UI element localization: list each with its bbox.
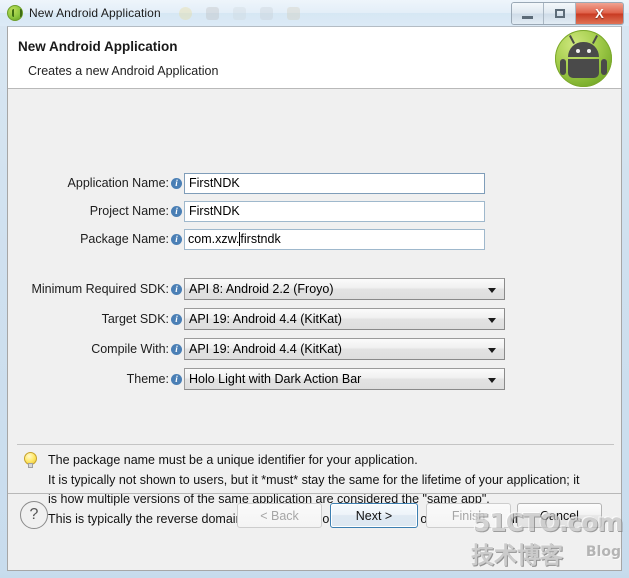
theme-select[interactable]: Holo Light with Dark Action Bar — [184, 368, 505, 390]
row-application-name: Application Name: FirstNDK — [8, 172, 621, 194]
chevron-down-icon — [488, 288, 496, 293]
label-project-name: Project Name: — [89, 204, 169, 218]
ghost-icon-1 — [178, 6, 192, 20]
target-sdk-select[interactable]: API 19: Android 4.4 (KitKat) — [184, 308, 505, 330]
info-icon-theme[interactable] — [171, 373, 182, 385]
info-icon-target-sdk[interactable] — [171, 313, 182, 325]
label-package-name: Package Name: — [80, 232, 169, 246]
info-icon-compile-with[interactable] — [171, 343, 182, 355]
row-project-name: Project Name: FirstNDK — [8, 200, 621, 222]
antenna-right — [592, 35, 598, 44]
row-package-name: Package Name: com.xzw.firstndk — [8, 228, 621, 250]
compile-with-select[interactable]: API 19: Android 4.4 (KitKat) — [184, 338, 505, 360]
hint-line-1: The package name must be a unique identi… — [48, 453, 418, 467]
ghost-icon-3 — [232, 6, 246, 20]
row-target-sdk: Target SDK: API 19: Android 4.4 (KitKat) — [8, 308, 621, 330]
minimum-required-sdk-select[interactable]: API 8: Android 2.2 (Froyo) — [184, 278, 505, 300]
compile-with-value: API 19: Android 4.4 (KitKat) — [189, 342, 342, 356]
package-name-value-before-caret: com.xzw. — [188, 232, 240, 246]
finish-button[interactable]: Finish — [426, 503, 511, 528]
info-icon-package-name[interactable] — [171, 233, 182, 245]
arm-right — [601, 59, 607, 75]
row-compile-with: Compile With: API 19: Android 4.4 (KitKa… — [8, 338, 621, 360]
cancel-button[interactable]: Cancel — [517, 503, 602, 528]
minimum-required-sdk-value: API 8: Android 2.2 (Froyo) — [189, 282, 334, 296]
window-bottom-edge — [0, 571, 629, 578]
minimize-icon — [522, 15, 533, 19]
theme-value: Holo Light with Dark Action Bar — [189, 372, 362, 386]
window-title: New Android Application — [29, 6, 161, 20]
label-target-sdk: Target SDK: — [101, 312, 169, 326]
eye-left — [576, 49, 580, 53]
mascot-body — [568, 59, 599, 78]
hint-line-2: It is typically not shown to users, but … — [48, 472, 580, 487]
maximize-icon — [554, 9, 565, 18]
chevron-down-icon — [488, 378, 496, 383]
info-icon-application-name[interactable] — [171, 177, 182, 189]
chevron-down-icon — [488, 318, 496, 323]
android-mascot-logo — [555, 30, 612, 87]
chevron-down-icon — [488, 348, 496, 353]
info-icon-minimum-required-sdk[interactable] — [171, 283, 182, 295]
close-icon: X — [595, 6, 604, 21]
package-name-value-after-caret: firstndk — [240, 232, 281, 246]
page-subtitle: Creates a new Android Application — [28, 64, 219, 78]
lightbulb-base — [28, 463, 33, 468]
label-compile-with: Compile With: — [91, 342, 169, 356]
maximize-button[interactable] — [544, 3, 576, 24]
close-button[interactable]: X — [576, 3, 623, 24]
info-icon-project-name[interactable] — [171, 205, 182, 217]
background-icons — [178, 6, 300, 20]
dialog-header: New Android Application Creates a new An… — [8, 27, 621, 89]
application-name-value: FirstNDK — [189, 176, 240, 190]
label-minimum-required-sdk: Minimum Required SDK: — [31, 282, 169, 296]
ghost-icon-5 — [286, 6, 300, 20]
back-button[interactable]: < Back — [237, 503, 322, 528]
page-title: New Android Application — [18, 39, 178, 54]
project-name-input[interactable]: FirstNDK — [184, 200, 485, 222]
application-name-input[interactable]: FirstNDK — [184, 172, 485, 194]
arm-left — [560, 59, 566, 75]
lightbulb-icon — [24, 452, 37, 469]
hint-separator — [17, 444, 614, 445]
ghost-icon-4 — [259, 6, 273, 20]
minimize-button[interactable] — [512, 3, 544, 24]
application-window: New Android Application X New Android Ap… — [0, 0, 629, 578]
button-bar: ? < Back Next > Finish Cancel — [8, 494, 621, 541]
label-application-name: Application Name: — [67, 176, 169, 190]
package-name-input[interactable]: com.xzw. firstndk — [184, 228, 485, 250]
new-android-application-dialog: New Android Application Creates a new An… — [7, 26, 622, 571]
project-name-value: FirstNDK — [189, 204, 240, 218]
next-button[interactable]: Next > — [330, 503, 418, 528]
eye-right — [587, 49, 591, 53]
help-button[interactable]: ? — [20, 501, 48, 529]
ghost-icon-2 — [205, 6, 219, 20]
antenna-left — [569, 35, 575, 44]
row-theme: Theme: Holo Light with Dark Action Bar — [8, 368, 621, 390]
title-bar[interactable]: New Android Application X — [0, 0, 629, 26]
target-sdk-value: API 19: Android 4.4 (KitKat) — [189, 312, 342, 326]
label-theme: Theme: — [126, 372, 169, 386]
window-controls: X — [511, 2, 624, 25]
row-minimum-required-sdk: Minimum Required SDK: API 8: Android 2.2… — [8, 278, 621, 300]
dialog-content: Application Name: FirstNDK Project Name:… — [8, 89, 621, 541]
android-round-icon — [7, 5, 23, 21]
